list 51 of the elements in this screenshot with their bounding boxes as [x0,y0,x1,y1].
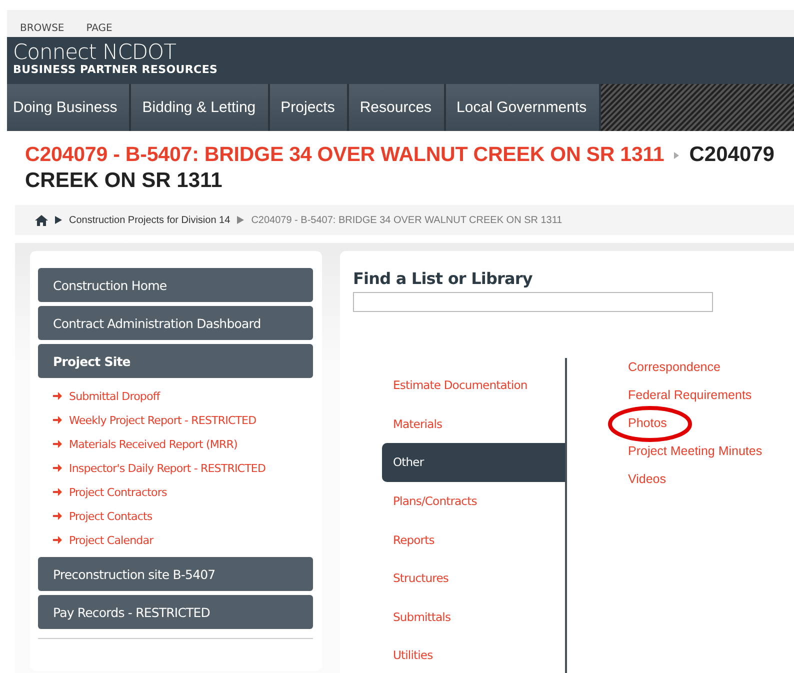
ribbon-tab[interactable]: BROWSE [20,23,64,34]
page-title: CREEK ON SR 1311 [25,169,224,193]
sidebar-link[interactable]: Project Contacts [69,510,152,522]
nav-tab[interactable]: Resources [348,84,446,131]
site-title-link[interactable]: C204079 - B-5407: BRIDGE 34 OVER WALNUT CREEK ON SR 1311 [25,143,664,167]
arrow-icon [53,392,62,400]
sidebar-item[interactable]: Preconstruction site B-5407 [38,557,313,591]
library-link[interactable]: Videos [628,472,666,486]
library-link[interactable]: Project Meeting Minutes [628,444,762,458]
category-item[interactable]: Utilities [382,636,565,673]
nav-tab[interactable]: Projects [270,84,349,131]
separator-icon [674,152,680,158]
nav-tab[interactable]: Local Governments [446,84,601,131]
sidebar-link[interactable]: Project Contractors [69,486,167,498]
site-title[interactable]: Connect NCDOT [13,41,794,63]
category-item[interactable]: Estimate Documentation [382,366,565,405]
breadcrumb-arrow-icon [237,216,244,224]
site-subtitle: BUSINESS PARTNER RESOURCES [13,63,219,76]
breadcrumb-arrow-icon [55,216,62,224]
arrow-icon [53,440,62,448]
breadcrumb-link[interactable]: Construction Projects for Division 14 [69,214,230,226]
arrow-icon [53,512,62,520]
sidebar-link[interactable]: Inspector's Daily Report - RESTRICTED [69,462,266,474]
ribbon-tab[interactable]: PAGE [86,23,112,34]
library-link[interactable]: Photos [628,416,667,430]
category-item[interactable]: Reports [382,520,565,559]
library-link[interactable]: Federal Requirements [628,388,752,402]
sidebar-item[interactable]: Contract Administration Dashboard [38,306,313,340]
category-item[interactable]: Materials [382,404,565,444]
home-icon[interactable] [35,214,48,226]
category-item[interactable]: Structures [382,558,565,598]
nav-tab[interactable]: Doing Business [7,84,132,131]
nav-tab[interactable]: Bidding & Letting [131,84,270,131]
category-item[interactable]: Other [382,443,565,482]
arrow-icon [53,464,62,472]
section-heading: Find a List or Library [353,269,534,288]
arrow-icon [53,488,62,496]
sidebar-item[interactable]: Project Site [38,344,313,378]
arrow-icon [53,536,62,544]
sidebar-link[interactable]: Submittal Dropoff [69,390,160,402]
sidebar-link[interactable]: Weekly Project Report - RESTRICTED [69,414,256,426]
library-link[interactable]: Correspondence [628,360,720,374]
sidebar-item[interactable]: Pay Records - RESTRICTED [38,595,313,629]
arrow-icon [53,416,62,424]
page-title: C204079 [689,143,774,167]
sidebar-link[interactable]: Project Calendar [69,534,154,546]
sidebar-link[interactable]: Materials Received Report (MRR) [69,438,238,450]
category-item[interactable]: Plans/Contracts [382,482,565,520]
category-item[interactable]: Submittals [382,598,565,636]
sidebar-item[interactable]: Construction Home [38,268,313,302]
search-field[interactable] [353,292,713,312]
